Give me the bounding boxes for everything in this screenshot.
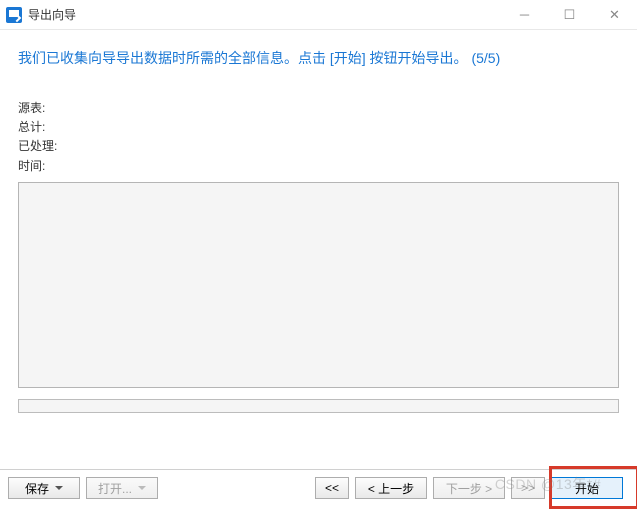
prev-button[interactable]: < 上一步 (355, 477, 427, 499)
last-button: >> (511, 477, 545, 499)
minimize-button[interactable]: ─ (502, 0, 547, 29)
window-title: 导出向导 (28, 6, 76, 23)
start-button[interactable]: 开始 (551, 477, 623, 499)
total-row: 总计: (18, 118, 619, 137)
open-button[interactable]: 打开... (86, 477, 158, 499)
close-button[interactable]: ✕ (592, 0, 637, 29)
save-button[interactable]: 保存 (8, 477, 80, 499)
open-label: 打开... (98, 480, 132, 497)
next-button: 下一步 > (433, 477, 505, 499)
source-label: 源表: (18, 101, 45, 115)
export-wizard-icon (6, 7, 22, 23)
progress-bar (18, 399, 619, 413)
log-textarea[interactable] (18, 182, 619, 388)
time-row: 时间: (18, 157, 619, 176)
source-row: 源表: (18, 99, 619, 118)
progress-wrap (0, 391, 637, 413)
total-label: 总计: (18, 120, 45, 134)
first-button[interactable]: << (315, 477, 349, 499)
wizard-step: (5/5) (471, 50, 500, 66)
window-controls: ─ ☐ ✕ (502, 0, 637, 29)
footer: 保存 打开... << < 上一步 下一步 > >> 开始 (0, 470, 637, 506)
maximize-button[interactable]: ☐ (547, 0, 592, 29)
processed-label: 已处理: (18, 139, 57, 153)
time-label: 时间: (18, 159, 45, 173)
info-block: 源表: 总计: 已处理: 时间: (0, 79, 637, 182)
save-label: 保存 (25, 480, 49, 497)
wizard-message: 我们已收集向导导出数据时所需的全部信息。点击 [开始] 按钮开始导出。 (18, 50, 468, 66)
titlebar: 导出向导 ─ ☐ ✕ (0, 0, 637, 30)
processed-row: 已处理: (18, 137, 619, 156)
wizard-header: 我们已收集向导导出数据时所需的全部信息。点击 [开始] 按钮开始导出。 (5/5… (0, 30, 637, 79)
log-wrap (0, 182, 637, 391)
